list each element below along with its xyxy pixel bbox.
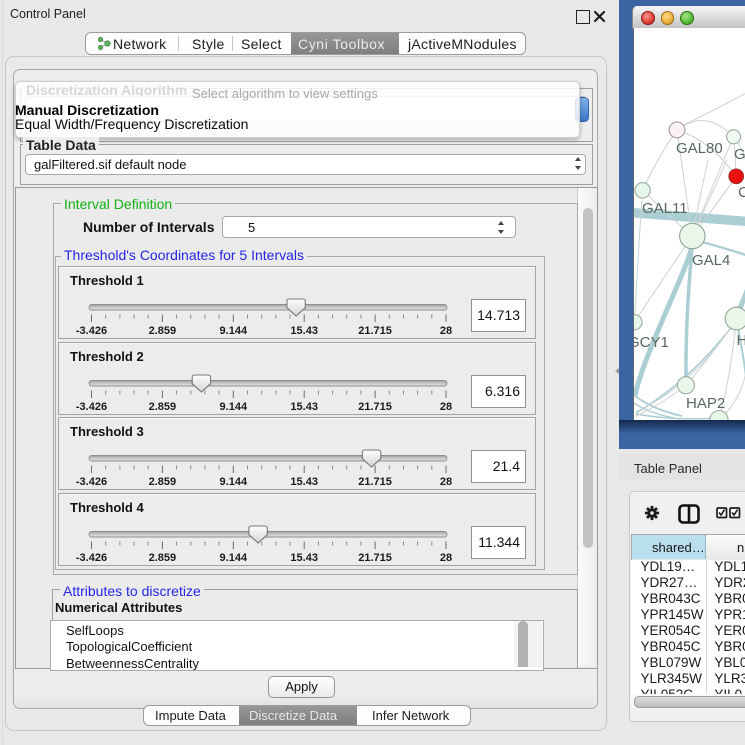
svg-text:GAL80: GAL80 [676, 140, 723, 157]
svg-text:GAL11: GAL11 [642, 200, 688, 217]
svg-text:H: H [737, 332, 745, 349]
svg-text:GCY1: GCY1 [634, 334, 669, 351]
svg-text:C: C [738, 184, 745, 201]
svg-text:HAP2: HAP2 [686, 395, 725, 412]
svg-text:GA: GA [734, 146, 745, 163]
svg-text:GAL4: GAL4 [692, 252, 730, 269]
